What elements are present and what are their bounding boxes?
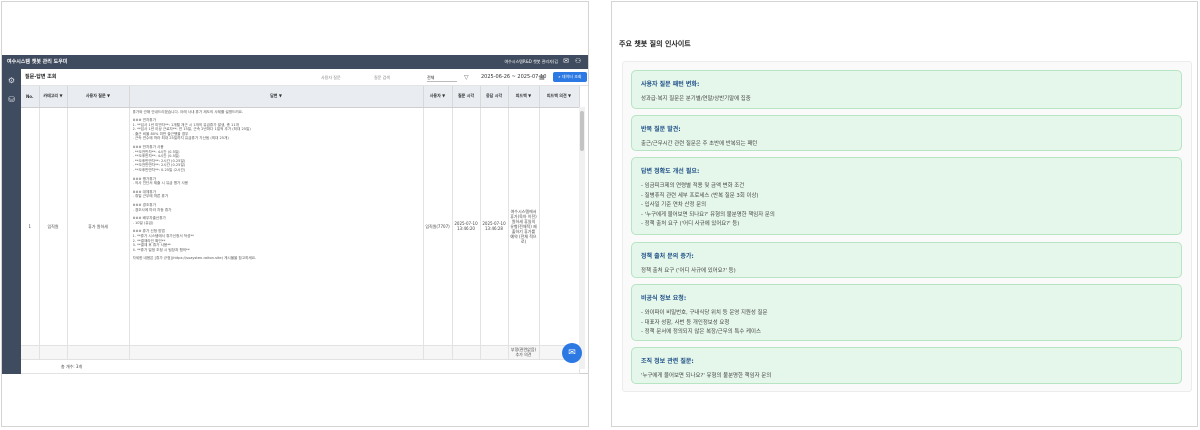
column-header[interactable]: 피드백 의견 ▼ (539, 86, 580, 108)
insight-card: 사용자 질문 패턴 변화: 성과급·복지 질문은 분기별/연말/상반기말에 집중 (631, 70, 1182, 109)
column-header[interactable]: No. (21, 86, 40, 108)
date-range-input[interactable]: 2025-06-26 ~ 2025-07-10 (481, 73, 546, 82)
cell-feedback-comment (539, 107, 580, 346)
insight-card-line: - 정책 문서에 정의되지 않은 복장/근무의 특수 케이스 (641, 329, 761, 335)
insight-card-line: - 정책 출처 요구 ('어디 사규에 있어요?' 등) (641, 221, 740, 227)
left-screenshot-panel: 여수시스템 챗봇 관리 도우미 여수시스템R&D 챗봇 관리자(김 ✉ ⚇ ⚙ … (1, 1, 589, 427)
insight-card-line: - 임금피크제의 연령별 적용 및 금액 변화 조건 (641, 183, 745, 189)
qa-table: No. 카테고리 ▼ 사용자 질문 ▼ 답변 ▼ 사용자 ▼ 질문 시각 응답 … (21, 86, 580, 375)
cell-answered-at: 2025-07-10 13:46:28 (480, 107, 509, 346)
answer-search-input[interactable]: 질문 검색 (374, 73, 414, 82)
insight-card: 반복 질문 발견: 출근/근무시간 관련 질문은 주 초반에 반복되는 패턴 (631, 115, 1182, 151)
insight-card-title: 답변 정확도 개선 필요: (641, 168, 700, 175)
cell-answer: 휴가와 관해 안내드리겠습니다. 아래 사내 휴가 제도의 사례를 설명드려요.… (129, 107, 424, 346)
chatbot-launcher-button[interactable]: ✉ (562, 343, 582, 363)
data-query-button-label: 데이터 조회 (561, 74, 582, 79)
cell-user: 임직원(7707) (423, 107, 453, 346)
scroll-thumb[interactable] (580, 111, 584, 151)
database-icon[interactable]: ⛁ (7, 95, 16, 104)
current-user: 여수시스템R&D 챗봇 관리자(김 (504, 59, 558, 64)
data-query-button[interactable]: ⌕ 데이터 조회 (553, 72, 587, 82)
insight-card-line: - 대표자 성함, 사번 등 개인정보성 요청 (641, 319, 730, 326)
app-title: 여수시스템 챗봇 관리 도우미 (7, 59, 68, 65)
insight-card-line: - 와이파이 비밀번호, 구내식당 위치 등 운영 지원성 질문 (641, 310, 768, 316)
column-header[interactable]: 피드백 ▼ (508, 86, 540, 108)
insight-card: 답변 정확도 개선 필요: - 임금피크제의 연령별 적용 및 금액 변화 조건… (631, 157, 1182, 235)
cell-feedback: 부정(관련없음) 추가 의견 (508, 345, 540, 360)
column-header[interactable]: 사용자 ▼ (423, 86, 453, 108)
insight-card: 조직 정보 관련 질문: '누구에게 물어보면 되나요?' 유형의 불분명한 책… (631, 347, 1182, 384)
table-header-row: No. 카테고리 ▼ 사용자 질문 ▼ 답변 ▼ 사용자 ▼ 질문 시각 응답 … (21, 86, 580, 108)
insight-card-title: 비공식 정보 요청: (641, 295, 687, 302)
chatbot-admin-app: 여수시스템 챗봇 관리 도우미 여수시스템R&D 챗봇 관리자(김 ✉ ⚇ ⚙ … (2, 55, 588, 375)
query-toolbar: 질문-답변 조회 사용자 질문 질문 검색 전체 ▽ 2025-06-26 ~ … (21, 69, 588, 86)
column-header[interactable]: 응답 시각 (480, 86, 509, 108)
filter-icon[interactable]: ▽ (464, 73, 472, 82)
app-sidebar: ⚙ ⛁ (2, 69, 21, 374)
page-title: 질문-답변 조회 (25, 74, 57, 80)
column-header[interactable]: 답변 ▼ (129, 86, 424, 108)
cell-asked-at: 2025-07-10 13:46:20 (452, 107, 481, 346)
app-topbar: 여수시스템 챗봇 관리 도우미 여수시스템R&D 챗봇 관리자(김 ✉ ⚇ (2, 55, 588, 69)
insight-card-line: - 입사일 기준 연차 산정 문의 (641, 202, 707, 208)
filter-select[interactable]: 전체 (427, 73, 457, 82)
user-icon[interactable]: ⚇ (574, 57, 582, 66)
insight-card-line: - 질병휴직 관련 세부 프로세스 (반복 질문 3회 이상) (641, 192, 759, 199)
settings-icon[interactable]: ⚙ (7, 76, 16, 85)
insight-card-line: - '누구에게 물어보면 되나요?' 유형의 불분명한 책임자 문의 (641, 211, 775, 218)
insight-card: 정책 출처 문의 증가: 정책 출처 요구 ('어디 사규에 있어요?' 등) (631, 242, 1182, 278)
calendar-icon[interactable]: ▦ (539, 73, 547, 82)
insight-card-title: 사용자 질문 패턴 변화: (641, 81, 700, 88)
column-header[interactable]: 카테고리 ▼ (39, 86, 68, 108)
chat-bubble-icon: ✉ (568, 348, 576, 358)
answer-line: 자세한 내용은 [휴가 규정](https://suaysten.roiton.… (132, 256, 257, 261)
question-search-input[interactable]: 사용자 질문 (321, 73, 361, 82)
table-scrollbar[interactable] (579, 107, 585, 369)
cell-category: 임직원 (39, 107, 68, 346)
chat-icon[interactable]: ✉ (562, 57, 570, 66)
table-footer: 총 개수: 3개 (21, 359, 580, 375)
insight-card-line: 출근/근무시간 관련 질문은 주 초반에 반복되는 패턴 (641, 141, 758, 147)
insight-card-title: 반복 질문 발견: (641, 126, 681, 133)
insights-title: 주요 챗봇 질의 인사이트 (619, 40, 691, 48)
cell-feedback: 여수시스템에서 휴가(육아 이전) 원하세 휴일의 유형(전체적) 제출하기 휴… (508, 107, 540, 346)
answer-text: 휴가와 관해 안내드리겠습니다. 아래 사내 휴가 제도의 사례를 설명드려요.… (133, 110, 420, 261)
column-header[interactable]: 사용자 질문 ▼ (67, 86, 130, 108)
insight-card-title: 정책 출처 문의 증가: (641, 253, 694, 260)
table-row[interactable]: 부정(관련없음) 추가 의견 (21, 345, 580, 360)
cell-no: 1 (21, 107, 40, 346)
table-row[interactable]: 1 임직원 휴가 원하세 휴가와 관해 안내드리겠습니다. 아래 사내 휴가 제… (21, 107, 580, 346)
insight-card-line: 성과급·복지 질문은 분기별/연말/상반기말에 집중 (641, 96, 751, 102)
insight-card: 비공식 정보 요청: - 와이파이 비밀번호, 구내식당 위치 등 운영 지원성… (631, 284, 1182, 341)
insight-card-line: 정책 출처 요구 ('어디 사규에 있어요?' 등) (641, 268, 736, 274)
column-header[interactable]: 질문 시각 (452, 86, 481, 108)
insight-card-line: '누구에게 물어보면 되나요?' 유형의 불분명한 책임자 문의 (641, 373, 772, 379)
insight-card-title: 조직 정보 관련 질문: (641, 358, 694, 365)
total-count: 총 개수: 3개 (21, 359, 580, 375)
cell-question: 휴가 원하세 (67, 107, 130, 346)
